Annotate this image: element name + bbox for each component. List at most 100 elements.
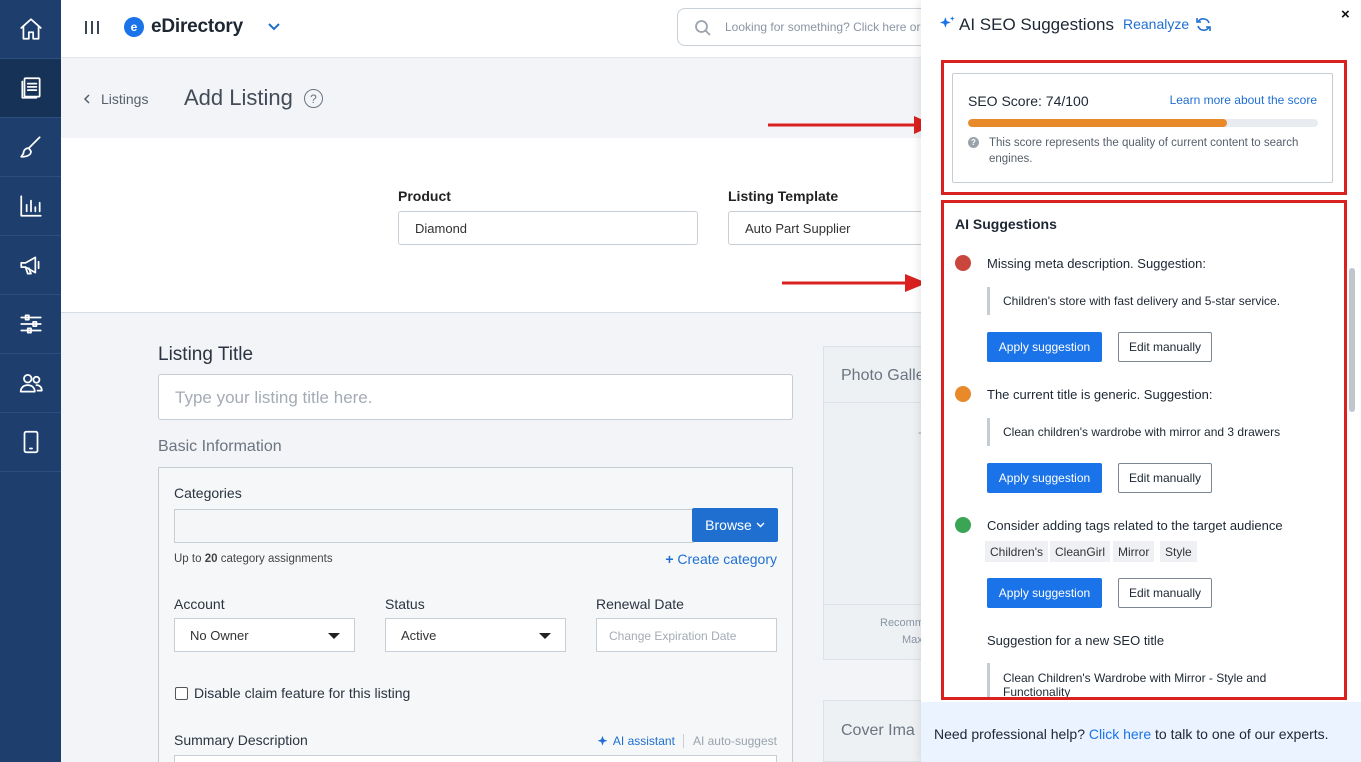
listings-icon: [20, 77, 41, 99]
footer-prefix: Need professional help?: [934, 726, 1085, 742]
product-field[interactable]: Diamond: [398, 211, 698, 245]
hint-suffix: category assignments: [220, 553, 333, 565]
listing-form: Listing Title Type your listing title he…: [61, 313, 921, 762]
tag-chip[interactable]: Children's: [985, 541, 1048, 562]
caret-down-icon: [328, 633, 340, 639]
edit-manually-button[interactable]: Edit manually: [1118, 463, 1212, 493]
sparkle-icon: [940, 16, 955, 28]
seo-score-fill: [968, 119, 1227, 127]
divider: [824, 604, 924, 605]
suggestion-quote: Clean children's wardrobe with mirror an…: [987, 418, 1280, 446]
suggestion-text: Missing meta description. Suggestion:: [987, 256, 1206, 271]
cover-image-title: Cover Ima: [841, 722, 915, 739]
edit-manually-button[interactable]: Edit manually: [1118, 578, 1212, 608]
status-value: Active: [401, 628, 437, 643]
refresh-icon: [1196, 17, 1211, 31]
browse-button[interactable]: Browse: [692, 508, 778, 542]
chevron-down-icon[interactable]: [265, 18, 283, 36]
megaphone-icon: [19, 256, 39, 275]
search-input[interactable]: Looking for something? Click here or: [725, 20, 921, 34]
sidebar-item-listings[interactable]: [0, 59, 61, 118]
account-select[interactable]: No Owner: [174, 618, 355, 652]
listing-template-field[interactable]: Auto Part Supplier: [728, 211, 928, 245]
sidebar-item-home[interactable]: [0, 0, 61, 59]
ai-seo-drawer: AI SEO Suggestions Reanalyze × SEO Score…: [921, 0, 1361, 762]
suggestion-text: Suggestion for a new SEO title: [987, 633, 1165, 648]
disable-claim-checkbox[interactable]: [175, 687, 188, 700]
sidebar-item-promotions[interactable]: [0, 236, 61, 295]
logo[interactable]: e eDirectory: [124, 16, 243, 38]
edit-manually-button[interactable]: Edit manually: [1118, 332, 1212, 362]
logo-mark-icon: e: [124, 17, 144, 37]
categories-label: Categories: [174, 485, 242, 501]
close-icon[interactable]: ×: [1341, 6, 1350, 23]
sidebar-item-reports[interactable]: [0, 177, 61, 236]
sidebar-item-settings[interactable]: [0, 295, 61, 354]
scrollbar-thumb[interactable]: [1349, 268, 1355, 412]
seo-score-label: SEO Score: 74/100: [968, 93, 1089, 109]
tag-chip[interactable]: Style: [1160, 541, 1197, 562]
divider: [824, 402, 924, 403]
sidebar-item-mobile[interactable]: [0, 413, 61, 472]
help-icon[interactable]: ?: [304, 89, 323, 108]
summary-description-input[interactable]: [174, 755, 777, 762]
seo-score-bar: [968, 119, 1318, 127]
disable-claim-label[interactable]: Disable claim feature for this listing: [194, 685, 410, 701]
settings-sliders-icon: [19, 314, 42, 334]
breadcrumb[interactable]: Listings: [83, 91, 148, 107]
suggestion-quote: Children's store with fast delivery and …: [987, 287, 1280, 315]
tag-chip[interactable]: CleanGirl: [1050, 541, 1111, 562]
browse-label: Browse: [705, 517, 752, 533]
users-icon: [19, 374, 43, 393]
footer-suffix: to talk to one of our experts.: [1155, 726, 1329, 742]
apply-suggestion-button[interactable]: Apply suggestion: [987, 463, 1102, 493]
chevron-left-icon: [83, 94, 90, 104]
breadcrumb-listings[interactable]: Listings: [101, 91, 148, 107]
reanalyze-button[interactable]: Reanalyze: [1123, 16, 1212, 32]
category-limit-hint: Up to 20 category assignments: [174, 553, 333, 565]
caret-down-icon: [539, 633, 551, 639]
seo-score-card: SEO Score: 74/100 Learn more about the s…: [952, 73, 1333, 183]
sparkle-icon: [597, 735, 608, 746]
chevron-down-icon: [756, 522, 765, 528]
status-label: Status: [385, 596, 425, 612]
seo-score-description: This score represents the quality of cur…: [989, 137, 1299, 165]
status-select[interactable]: Active: [385, 618, 566, 652]
reports-icon: [19, 195, 42, 217]
ai-auto-suggest-link[interactable]: AI auto-suggest: [682, 734, 777, 748]
apply-suggestion-button[interactable]: Apply suggestion: [987, 332, 1102, 362]
menu-toggle-icon[interactable]: [85, 21, 99, 35]
suggestion-quote: Clean Children's Wardrobe with Mirror - …: [987, 663, 1287, 697]
learn-more-link[interactable]: Learn more about the score: [1170, 93, 1317, 107]
hint-count: 20: [204, 553, 218, 565]
hint-prefix: Up to: [174, 553, 202, 565]
mobile-icon: [23, 430, 38, 454]
severity-medium-dot: [955, 386, 971, 402]
photo-gallery-card: Photo Galle - Recomm Max: [823, 346, 925, 660]
cover-image-card: Cover Ima: [823, 700, 923, 762]
categories-input[interactable]: [174, 509, 694, 543]
drawer-footer: Need professional help? Click here to ta…: [921, 702, 1361, 762]
sidebar-item-design[interactable]: [0, 118, 61, 177]
reanalyze-label: Reanalyze: [1123, 16, 1190, 32]
apply-suggestion-button[interactable]: Apply suggestion: [987, 578, 1102, 608]
sidebar-item-users[interactable]: [0, 354, 61, 413]
annotation-arrow-score: [768, 116, 934, 134]
basic-information-heading: Basic Information: [158, 438, 282, 455]
account-label: Account: [174, 596, 225, 612]
listing-title-input[interactable]: Type your listing title here.: [158, 374, 793, 420]
ai-assistant-link[interactable]: AI assistant: [596, 734, 675, 748]
renewal-date-label: Renewal Date: [596, 596, 684, 612]
account-value: No Owner: [190, 628, 249, 643]
home-icon: [19, 18, 42, 40]
page-title: Add Listing: [184, 85, 293, 110]
listing-template-label: Listing Template: [728, 188, 839, 204]
severity-high-dot: [955, 255, 971, 271]
footer-click-here-link[interactable]: Click here: [1089, 726, 1151, 742]
severity-low-dot: [955, 517, 971, 533]
suggestion-text: Consider adding tags related to the targ…: [987, 518, 1283, 533]
renewal-date-input[interactable]: Change Expiration Date: [596, 618, 777, 652]
question-icon: ?: [968, 137, 979, 148]
tag-chip[interactable]: Mirror: [1113, 541, 1155, 562]
create-category-link[interactable]: + Create category: [665, 551, 777, 567]
